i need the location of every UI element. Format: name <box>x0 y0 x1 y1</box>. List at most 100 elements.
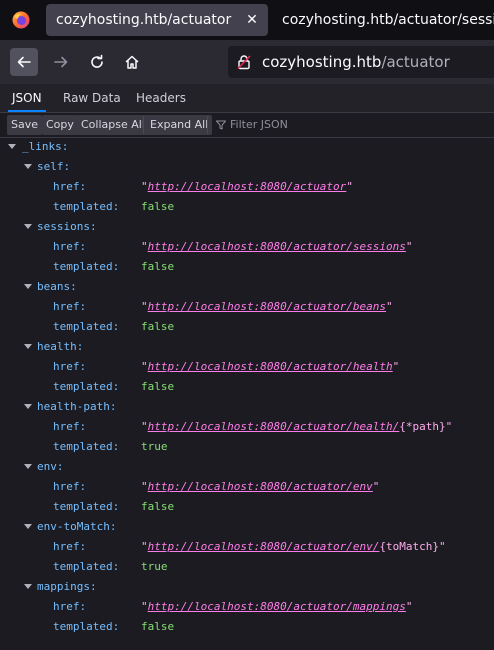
tree-row-key[interactable]: env-toMatch: <box>0 517 494 537</box>
tree-row-href: href: "http://localhost:8080/actuator" <box>0 177 494 197</box>
href-value: "http://localhost:8080/actuator/sessions… <box>141 237 413 257</box>
twisty-icon[interactable] <box>24 524 32 529</box>
filter-icon <box>216 120 226 130</box>
tree-row-href: href: "http://localhost:8080/actuator/bea… <box>0 297 494 317</box>
reload-button[interactable] <box>83 48 111 76</box>
templated-value: true <box>141 440 168 453</box>
back-arrow-icon <box>17 56 31 68</box>
tree-row-templated: templated: true <box>0 557 494 577</box>
tree-row-key[interactable]: beans: <box>0 277 494 297</box>
tree-row-href: href: " http://localhost:8080/actuator/env… <box>0 537 494 557</box>
href-value: "http://localhost:8080/actuator/health" <box>141 357 399 377</box>
href-label: href: <box>53 600 87 613</box>
firefox-logo-icon[interactable] <box>12 11 30 29</box>
filter-placeholder: Filter JSON <box>230 118 288 131</box>
href-value: "http://localhost:8080/actuator/env" <box>141 477 379 497</box>
quote-close: " <box>405 600 413 613</box>
json-key: env: <box>37 460 64 473</box>
href-link[interactable]: http://localhost:8080/actuator/sessions <box>148 240 406 253</box>
tab-sessions[interactable]: cozyhosting.htb/actuator/sessions <box>272 4 494 36</box>
href-link[interactable]: http://localhost:8080/actuator/health <box>148 360 393 373</box>
twisty-icon[interactable] <box>24 584 32 589</box>
href-link[interactable]: http://localhost:8080/actuator/mappings <box>148 600 406 613</box>
json-key: mappings: <box>37 580 97 593</box>
href-link[interactable]: http://localhost:8080/actuator/env/ <box>148 540 380 553</box>
templated-label: templated: <box>53 620 120 633</box>
lock-icon[interactable] <box>236 54 252 70</box>
href-link[interactable]: http://localhost:8080/actuator <box>148 180 347 193</box>
url-text[interactable]: cozyhosting.htb/actuator <box>262 46 450 78</box>
tree-row-key[interactable]: health: <box>0 337 494 357</box>
quote-open: " <box>141 300 148 313</box>
templated-label: templated: <box>53 380 120 393</box>
url-host: cozyhosting.htb <box>262 53 382 71</box>
back-button[interactable] <box>10 48 38 76</box>
href-link[interactable]: http://localhost:8080/actuator/health/ <box>148 420 400 433</box>
twisty-icon[interactable] <box>24 164 32 169</box>
templated-label: templated: <box>53 500 120 513</box>
tree-row-key[interactable]: env: <box>0 457 494 477</box>
tree-row-templated: templated: true <box>0 437 494 457</box>
address-bar[interactable]: cozyhosting.htb/actuator <box>228 46 494 78</box>
filter-json-input[interactable]: Filter JSON <box>216 115 288 135</box>
quote-close: " <box>372 480 380 493</box>
tree-row-href: href: "http://localhost:8080/actuator/env… <box>0 477 494 497</box>
tree-row-href: href: "http://localhost:8080/actuator/hea… <box>0 357 494 377</box>
tree-row-href: href: "http://localhost:8080/actuator/map… <box>0 597 494 617</box>
quote-open: " <box>141 600 148 613</box>
toolbar-divider <box>207 116 208 134</box>
href-link[interactable]: http://localhost:8080/actuator/beans <box>148 300 386 313</box>
tree-row-root[interactable]: _links: <box>0 137 494 157</box>
quote-close: " <box>346 180 353 193</box>
tree-row-key[interactable]: mappings: <box>0 577 494 597</box>
twisty-icon[interactable] <box>24 464 32 469</box>
expand-all-button[interactable]: Expand All <box>146 115 213 135</box>
home-button[interactable] <box>118 48 146 76</box>
tab-json[interactable]: JSON <box>8 84 46 112</box>
toolbar-divider <box>143 116 144 134</box>
json-key: _links: <box>22 140 69 153</box>
json-key: health: <box>37 340 84 353</box>
quote-close: " <box>439 540 446 553</box>
close-icon[interactable]: ✕ <box>244 4 260 36</box>
twisty-icon[interactable] <box>24 224 32 229</box>
quote-open: " <box>141 180 148 193</box>
quote-close: " <box>392 360 400 373</box>
templated-value: false <box>141 200 175 213</box>
href-label: href: <box>53 540 87 553</box>
href-link[interactable]: http://localhost:8080/actuator/env <box>148 480 373 493</box>
json-key: health-path: <box>37 400 117 413</box>
href-label: href: <box>53 360 87 373</box>
tree-row-href: href: "http://localhost:8080/actuator/ses… <box>0 237 494 257</box>
templated-label: templated: <box>53 260 120 273</box>
templated-value: true <box>141 560 168 573</box>
tree-row-key[interactable]: self: <box>0 157 494 177</box>
save-button[interactable]: Save <box>7 115 43 135</box>
home-icon <box>125 55 139 69</box>
tab-strip: cozyhosting.htb/actuator ✕ cozyhosting.h… <box>0 0 494 40</box>
json-key: env-toMatch: <box>37 520 117 533</box>
navigation-bar: cozyhosting.htb/actuator <box>0 40 494 84</box>
templated-value: false <box>141 380 175 393</box>
twisty-icon[interactable] <box>24 344 32 349</box>
href-value: "http://localhost:8080/actuator/beans" <box>141 297 393 317</box>
twisty-icon[interactable] <box>8 144 16 149</box>
twisty-icon[interactable] <box>24 284 32 289</box>
tab-headers[interactable]: Headers <box>132 84 190 112</box>
templated-label: templated: <box>53 320 120 333</box>
forward-button[interactable] <box>47 48 75 76</box>
collapse-all-button[interactable]: Collapse All <box>77 115 149 135</box>
json-key: beans: <box>37 280 77 293</box>
templated-value: false <box>141 320 175 333</box>
twisty-icon[interactable] <box>24 404 32 409</box>
templated-value: false <box>141 260 175 273</box>
json-toolbar: Save Copy Collapse All Expand All Filter… <box>0 113 494 138</box>
tab-raw-data[interactable]: Raw Data <box>59 84 125 112</box>
copy-button[interactable]: Copy <box>42 115 78 135</box>
tree-row-key[interactable]: sessions: <box>0 217 494 237</box>
href-label: href: <box>53 480 87 493</box>
tab-actuator[interactable]: cozyhosting.htb/actuator ✕ <box>46 4 268 36</box>
tree-row-key[interactable]: health-path: <box>0 397 494 417</box>
quote-open: " <box>141 480 148 493</box>
quote-open: " <box>141 420 148 433</box>
